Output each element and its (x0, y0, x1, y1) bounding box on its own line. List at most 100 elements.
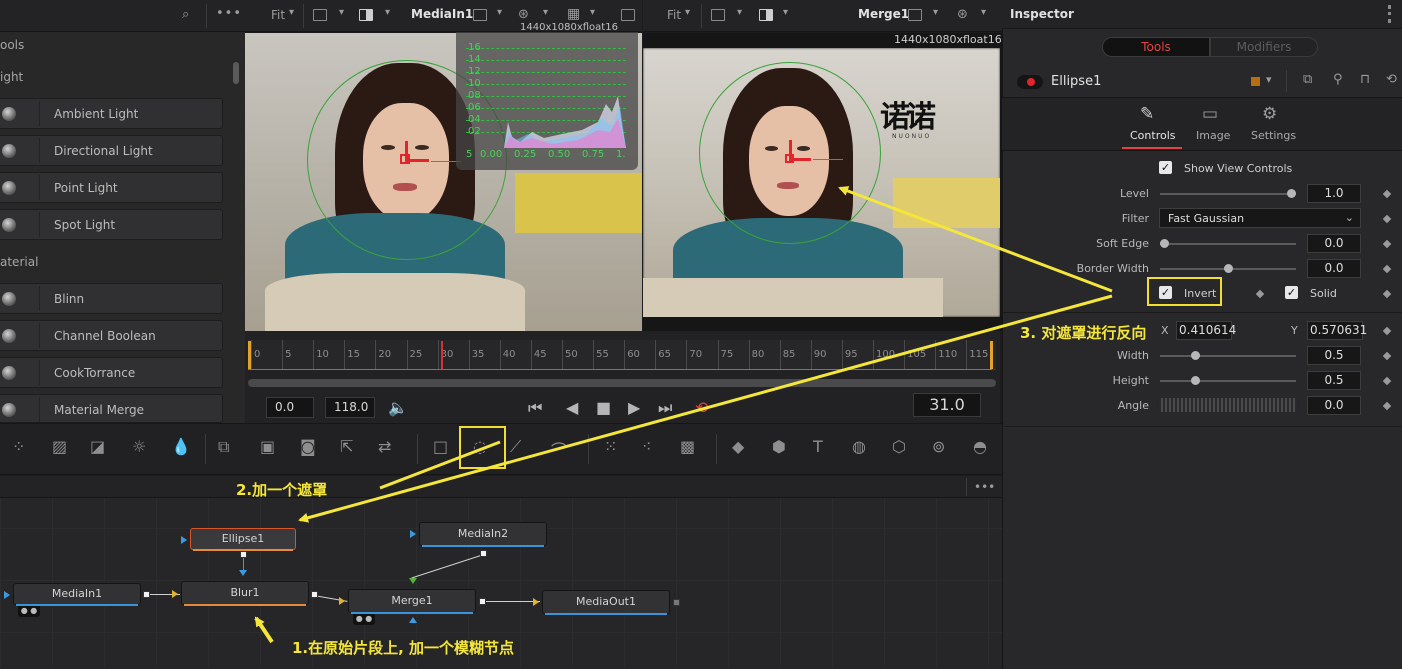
current-frame-field[interactable]: 31.0 (913, 393, 981, 417)
channel-icon[interactable] (759, 9, 773, 21)
more-options-icon[interactable]: ••• (216, 6, 242, 21)
start-frame-field[interactable]: 0.0 (266, 397, 314, 418)
merge-tool-icon[interactable]: ⧉ (218, 437, 229, 457)
particle-emitter-icon[interactable]: ⁙ (604, 437, 617, 456)
pin-icon[interactable]: ⚲ (1333, 72, 1343, 87)
color-curves-icon[interactable]: ◪ (90, 437, 105, 456)
chevron-down-icon[interactable]: ▾ (590, 7, 595, 18)
color-drop-icon[interactable]: 💧 (171, 437, 191, 456)
height-slider[interactable] (1160, 380, 1296, 382)
width-slider[interactable] (1160, 355, 1296, 357)
grid-icon[interactable]: ▦ (567, 6, 580, 22)
mediain2-output-port[interactable] (480, 550, 487, 557)
tab-tools[interactable]: Tools (1102, 37, 1210, 57)
ellipse-output-port[interactable] (240, 551, 247, 558)
rectangle-mask-icon[interactable]: □ (433, 437, 448, 456)
library-item-material-merge[interactable]: Material Merge (0, 394, 223, 423)
loop-icon[interactable]: ⟲ (695, 398, 708, 417)
height-knob[interactable] (1191, 376, 1200, 385)
resize-icon[interactable]: ⇄ (378, 437, 391, 456)
soft-edge-slider[interactable] (1160, 243, 1296, 245)
matte-tool-icon[interactable]: ◙ (300, 437, 316, 456)
image-tab-icon[interactable]: ▭ (1202, 104, 1218, 124)
border-width-field[interactable]: 0.0 (1307, 259, 1361, 278)
brightness-icon[interactable]: ☼ (132, 437, 146, 456)
node-mediain2[interactable]: MediaIn2 (419, 522, 547, 547)
soft-edge-knob[interactable] (1160, 239, 1169, 248)
3d-merge-icon[interactable]: ◍ (852, 437, 866, 456)
subtab-controls[interactable]: Controls (1130, 129, 1176, 142)
level-slider[interactable] (1160, 193, 1296, 195)
color-wheel-icon[interactable]: ⊛ (518, 7, 529, 22)
panel-handle[interactable] (1388, 5, 1391, 23)
angle-handle[interactable] (813, 159, 843, 160)
center-x-field[interactable]: 0.410614 (1176, 321, 1236, 340)
channel-tool-icon[interactable]: ▣ (260, 437, 275, 456)
particle-style-icon[interactable]: ▩ (680, 437, 695, 456)
end-frame-field[interactable]: 118.0 (325, 397, 375, 418)
library-section-material[interactable]: aterial (0, 255, 38, 269)
viewer2-fit-dropdown[interactable]: Fit (667, 8, 681, 22)
tab-modifiers[interactable]: Modifiers (1210, 37, 1318, 57)
merge-output-port[interactable] (479, 598, 486, 605)
library-scrollbar[interactable] (233, 62, 239, 84)
3d-image-plane-icon[interactable]: ◆ (732, 437, 744, 456)
lut-icon[interactable] (908, 9, 922, 21)
width-knob[interactable] (1191, 351, 1200, 360)
3d-light-icon[interactable]: ◓ (973, 437, 987, 456)
chevron-down-icon[interactable]: ▾ (1266, 73, 1272, 86)
bspline-mask-icon[interactable]: ⌒ (551, 437, 567, 461)
chevron-down-icon[interactable]: ▾ (497, 7, 502, 18)
angle-field[interactable]: 0.0 (1307, 396, 1361, 415)
library-item-cooktorrance[interactable]: CookTorrance (0, 357, 223, 388)
merge-background-input[interactable] (339, 597, 345, 605)
color-wheel-icon[interactable]: ⊛ (957, 7, 968, 22)
node-merge1[interactable]: Merge1 (348, 589, 476, 614)
angle-thumbwheel[interactable] (1159, 398, 1297, 412)
roi-icon[interactable] (711, 9, 725, 21)
timeline-scrollbar[interactable] (248, 379, 996, 387)
solid-checkbox[interactable]: ✓ (1285, 286, 1298, 299)
chevron-down-icon[interactable]: ▾ (385, 7, 390, 18)
polygon-mask-icon[interactable]: ⟋ (510, 437, 521, 457)
blur-input-port[interactable] (172, 590, 178, 598)
center-handle[interactable] (400, 154, 410, 164)
subtab-image[interactable]: Image (1196, 129, 1230, 142)
subtab-settings[interactable]: Settings (1251, 129, 1296, 142)
ellipse-input-port[interactable] (181, 536, 187, 544)
mediaout-output-port[interactable] (673, 599, 680, 606)
stop-icon[interactable]: ■ (596, 398, 611, 417)
mediain2-input-port[interactable] (410, 530, 416, 538)
width-field[interactable]: 0.5 (1307, 346, 1361, 365)
play-icon[interactable]: ▶ (628, 398, 640, 417)
library-item-ambient-light[interactable]: Ambient Light (0, 98, 223, 129)
particle-render-icon[interactable]: ⁖ (642, 437, 651, 456)
go-to-start-icon[interactable]: ⏮ (528, 398, 542, 418)
chevron-down-icon[interactable]: ▾ (981, 7, 986, 18)
settings-tab-icon[interactable]: ⚙ (1262, 104, 1277, 124)
play-reverse-icon[interactable]: ◀ (566, 398, 578, 417)
3d-camera-icon[interactable]: ⬡ (892, 437, 906, 456)
soft-edge-field[interactable]: 0.0 (1307, 234, 1361, 253)
node-mediaout1[interactable]: MediaOut1 (542, 590, 670, 615)
library-section-light[interactable]: ight (0, 70, 23, 84)
library-item-point-light[interactable]: Point Light (0, 172, 223, 203)
mediain1-input-port[interactable] (4, 591, 10, 599)
audio-icon[interactable]: 🔈 (388, 398, 408, 417)
timeline-in-marker[interactable] (248, 341, 251, 369)
viewer-options-icon[interactable] (621, 9, 635, 21)
level-field[interactable]: 1.0 (1307, 184, 1361, 203)
tool-color-swatch[interactable] (1251, 77, 1260, 86)
3d-text-icon[interactable]: T (813, 437, 823, 456)
blur-output-port[interactable] (311, 591, 318, 598)
go-to-end-icon[interactable]: ⏭ (658, 398, 672, 418)
viewer1-fit-dropdown[interactable]: Fit (271, 8, 285, 22)
height-field[interactable]: 0.5 (1307, 371, 1361, 390)
3d-shape-icon[interactable]: ⬢ (772, 437, 786, 456)
library-item-directional-light[interactable]: Directional Light (0, 135, 223, 166)
transform-icon[interactable]: ⇱ (340, 437, 353, 456)
invert-checkbox[interactable]: ✓ (1159, 286, 1172, 299)
node-mediain1[interactable]: MediaIn1 (13, 583, 141, 606)
playhead[interactable] (441, 341, 443, 369)
chevron-down-icon[interactable]: ▾ (543, 7, 548, 18)
